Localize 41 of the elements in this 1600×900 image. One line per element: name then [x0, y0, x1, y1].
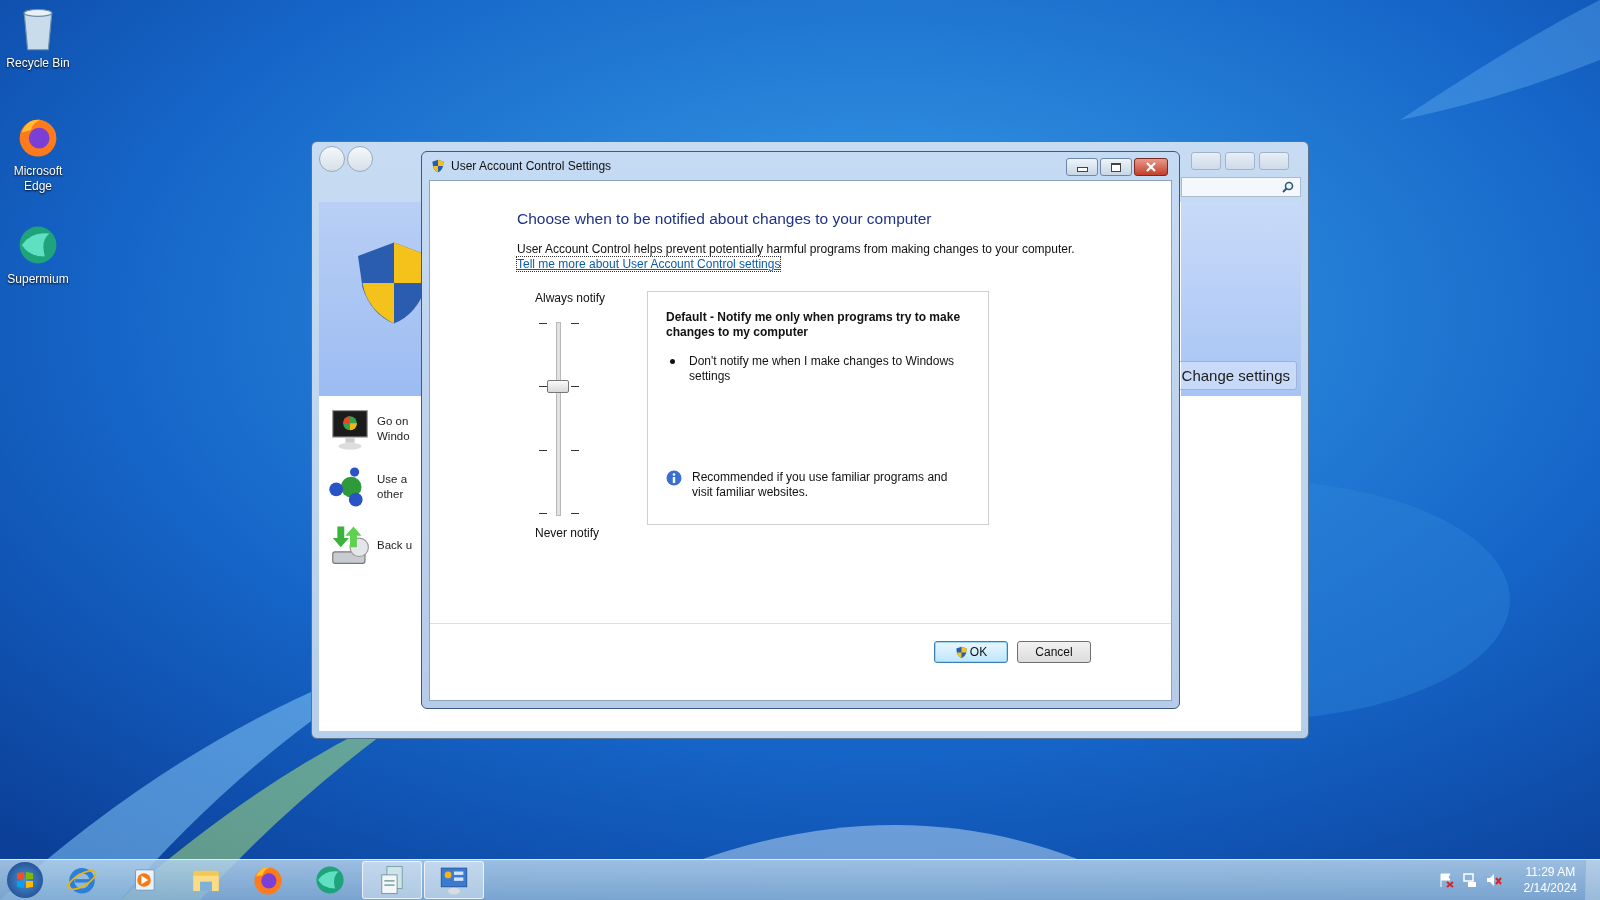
show-desktop-button[interactable] [1585, 860, 1600, 900]
shield-icon [954, 645, 968, 659]
slider-top-label: Always notify [535, 291, 607, 305]
task-link[interactable]: other [377, 487, 408, 502]
close-icon [1145, 162, 1157, 172]
task-link[interactable]: Use a [377, 472, 408, 487]
task-link[interactable]: Back u [377, 537, 413, 553]
task-link[interactable]: Windo [377, 429, 410, 444]
heading: Choose when to be notified about changes to your computer [517, 210, 933, 228]
bullet-text: Don't notify me when I make changes to Windows settings [689, 354, 956, 384]
bullet-icon [670, 359, 675, 364]
desktop-icon-label[interactable]: Microsoft Edge [2, 164, 74, 194]
time-text: 11:29 AM [1525, 864, 1576, 880]
forward-button[interactable] [347, 146, 373, 172]
window-title: User Account Control Settings [451, 159, 612, 173]
task-link[interactable]: Go on [377, 414, 410, 429]
close-button[interactable] [1134, 158, 1168, 176]
taskbar-button[interactable] [362, 861, 422, 899]
date-text: 2/14/2024 [1523, 880, 1577, 896]
ok-button[interactable]: OK [934, 641, 1008, 663]
speaker-muted-icon[interactable] [1485, 872, 1502, 888]
slider-bottom-label: Never notify [535, 526, 601, 540]
level-title: Default - Notify me only when programs try to make changes to my computer [666, 310, 962, 340]
info-icon [666, 470, 682, 486]
desktop-icon-label[interactable]: Recycle Bin [2, 56, 74, 71]
taskbar-button[interactable] [424, 861, 484, 899]
minimize-button[interactable] [1066, 158, 1098, 176]
search-field[interactable] [1181, 177, 1301, 197]
desktop-icon-label[interactable]: Supermium [2, 272, 74, 287]
recommendation-text: Recommended if you use familiar programs and visit familiar websites. [692, 470, 949, 500]
slider-thumb[interactable] [546, 379, 569, 393]
cancel-button[interactable]: Cancel [1017, 641, 1091, 663]
maximize-button[interactable] [1100, 158, 1132, 176]
help-link[interactable]: Tell me more about User Account Control settings [517, 257, 781, 271]
shield-icon [431, 159, 445, 173]
back-button[interactable] [319, 146, 345, 172]
search-icon [1282, 181, 1294, 193]
description-text: User Account Control helps prevent potentially harmful programs from making changes to your computer. [517, 242, 1076, 256]
globe-icon [313, 863, 347, 897]
network-icon[interactable] [1461, 872, 1478, 888]
flag-icon[interactable] [1437, 872, 1454, 888]
